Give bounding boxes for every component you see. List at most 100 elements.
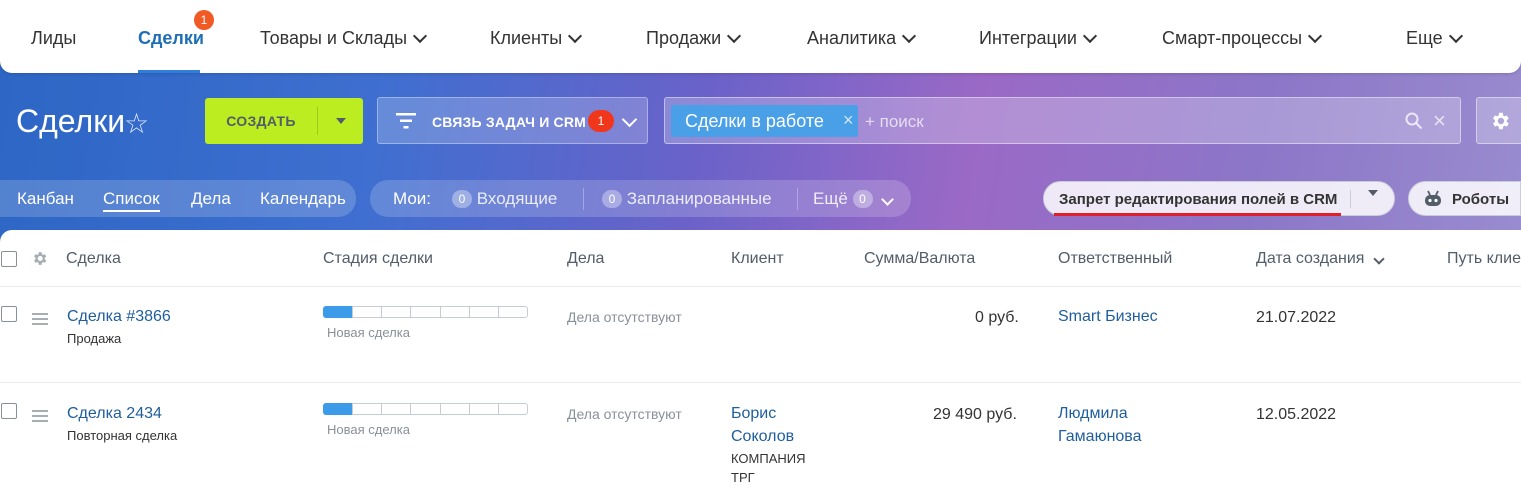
filter-icon bbox=[396, 113, 416, 129]
stage-label: Новая сделка bbox=[327, 422, 410, 437]
filter-preset-button[interactable]: Запрет редактирования полей в CRM bbox=[1043, 181, 1395, 216]
column-header-client[interactable]: Клиент bbox=[731, 250, 784, 268]
my-label: Мои: bbox=[393, 189, 432, 208]
page-title: Сделки bbox=[16, 103, 126, 139]
deal-amount: 0 руб. bbox=[975, 309, 1019, 326]
chevron-down-icon bbox=[1448, 28, 1463, 44]
chevron-down-icon bbox=[1307, 28, 1323, 44]
top-navigation: Лиды Сделки 1 Товары и Склады Клиенты Пр… bbox=[0, 0, 1521, 73]
nav-item-more[interactable]: Еще bbox=[1406, 28, 1463, 49]
view-activities[interactable]: Дела bbox=[191, 189, 231, 209]
column-header-activities[interactable]: Дела bbox=[567, 250, 604, 268]
task-crm-link-badge: 1 bbox=[588, 110, 614, 132]
nav-item-smart-processes[interactable]: Смарт-процессы bbox=[1162, 28, 1323, 49]
deal-type: Повторная сделка bbox=[67, 428, 178, 443]
client-name-link[interactable]: Борис bbox=[731, 405, 776, 423]
counter-planned-count: 0 bbox=[602, 190, 622, 208]
robots-label: Роботы bbox=[1452, 191, 1510, 208]
drag-handle-icon[interactable] bbox=[32, 313, 48, 325]
chevron-down-icon bbox=[1373, 253, 1385, 265]
created-date: 21.07.2022 bbox=[1256, 309, 1337, 326]
row-checkbox[interactable] bbox=[1, 403, 17, 419]
stage-label: Новая сделка bbox=[327, 325, 410, 340]
chevron-down-icon bbox=[1082, 28, 1098, 44]
activities-status: Дела отсутствуют bbox=[567, 406, 682, 422]
task-crm-link-label: СВЯЗЬ ЗАДАЧ И CRM bbox=[432, 114, 587, 130]
nav-item-leads[interactable]: Лиды bbox=[31, 28, 76, 49]
view-switcher: Канбан Список Дела Календарь bbox=[0, 180, 356, 217]
deal-title-link[interactable]: Сделка #3866 bbox=[67, 308, 171, 326]
select-all-checkbox[interactable] bbox=[1, 251, 17, 267]
star-icon[interactable]: ☆ bbox=[124, 107, 149, 140]
clear-icon[interactable]: × bbox=[1433, 108, 1446, 134]
chevron-down-icon bbox=[881, 193, 895, 206]
row-divider bbox=[0, 382, 1521, 383]
deals-grid: Сделка Стадия сделки Дела Клиент Сумма/В… bbox=[0, 230, 1521, 490]
created-date: 12.05.2022 bbox=[1256, 406, 1337, 423]
view-list[interactable]: Список bbox=[103, 189, 160, 212]
column-header-deal[interactable]: Сделка bbox=[66, 250, 121, 268]
view-calendar[interactable]: Календарь bbox=[260, 189, 346, 209]
nav-item-sales[interactable]: Продажи bbox=[646, 28, 742, 49]
counter-divider bbox=[583, 188, 584, 210]
deal-type: Продажа bbox=[67, 331, 122, 346]
responsible-link[interactable]: Людмила bbox=[1058, 405, 1128, 423]
nav-item-analytics[interactable]: Аналитика bbox=[807, 28, 917, 49]
settings-button[interactable] bbox=[1476, 97, 1521, 144]
responsible-link[interactable]: Smart Бизнес bbox=[1058, 308, 1158, 326]
nav-item-products[interactable]: Товары и Склады bbox=[260, 28, 428, 49]
create-button-label: СОЗДАТЬ bbox=[226, 113, 296, 129]
my-counters: Мои: 0 Входящие 0 Запланированные Ещё 0 bbox=[370, 180, 911, 217]
responsible-link[interactable]: Гамаюнова bbox=[1058, 428, 1142, 446]
view-kanban[interactable]: Канбан bbox=[17, 189, 74, 209]
gear-icon bbox=[1493, 112, 1509, 130]
robot-icon bbox=[1425, 190, 1441, 206]
counter-planned[interactable]: 0 Запланированные bbox=[602, 189, 772, 209]
chevron-down-icon[interactable] bbox=[621, 111, 638, 130]
filter-preset-label: Запрет редактирования полей в CRM bbox=[1059, 191, 1338, 208]
counter-more-count: 0 bbox=[852, 190, 873, 208]
stage-progress-bar[interactable] bbox=[323, 306, 528, 318]
drag-handle-icon[interactable] bbox=[32, 410, 48, 422]
robots-button[interactable]: Роботы bbox=[1408, 181, 1521, 216]
row-divider bbox=[0, 286, 1521, 287]
gear-icon[interactable] bbox=[31, 250, 48, 267]
close-icon[interactable]: × bbox=[843, 110, 854, 131]
deal-title-link[interactable]: Сделка 2434 bbox=[67, 405, 162, 423]
task-crm-link-button[interactable]: СВЯЗЬ ЗАДАЧ И CRM 1 bbox=[377, 97, 648, 144]
client-name-link[interactable]: Соколов bbox=[731, 428, 794, 446]
column-header-customer-journey[interactable]: Путь клие bbox=[1447, 250, 1521, 268]
counter-more[interactable]: Ещё 0 bbox=[813, 189, 895, 209]
search-icon[interactable] bbox=[1405, 112, 1423, 130]
create-dropdown-button[interactable] bbox=[318, 118, 363, 124]
caret-down-icon[interactable] bbox=[1368, 190, 1378, 214]
counter-divider bbox=[797, 188, 798, 210]
column-header-amount[interactable]: Сумма/Валюта bbox=[864, 250, 975, 268]
counter-incoming-count: 0 bbox=[452, 190, 472, 208]
nav-item-deals[interactable]: Сделки bbox=[138, 28, 204, 49]
counter-planned-label: Запланированные bbox=[626, 189, 772, 208]
nav-item-clients[interactable]: Клиенты bbox=[490, 28, 583, 49]
create-button[interactable]: СОЗДАТЬ bbox=[205, 98, 363, 144]
chevron-down-icon bbox=[727, 28, 742, 44]
row-checkbox[interactable] bbox=[1, 306, 17, 322]
nav-active-underline bbox=[138, 70, 200, 73]
column-header-created[interactable]: Дата создания bbox=[1256, 250, 1385, 268]
search-filter-box[interactable]: Сделки в работе × + поиск × bbox=[664, 97, 1461, 144]
client-company: ТРГ bbox=[731, 470, 755, 485]
search-filter-tag[interactable]: Сделки в работе × bbox=[671, 105, 858, 137]
column-header-stage[interactable]: Стадия сделки bbox=[323, 250, 433, 268]
stage-progress-bar[interactable] bbox=[323, 403, 528, 415]
chevron-down-icon bbox=[568, 28, 583, 44]
search-filter-tag-label: Сделки в работе bbox=[685, 111, 824, 131]
counter-incoming[interactable]: 0 Входящие bbox=[452, 189, 557, 209]
deal-amount: 29 490 руб. bbox=[933, 406, 1017, 423]
nav-item-integrations[interactable]: Интеграции bbox=[979, 28, 1098, 49]
search-input[interactable]: + поиск bbox=[865, 112, 924, 132]
chevron-down-icon bbox=[412, 28, 428, 44]
column-header-responsible[interactable]: Ответственный bbox=[1058, 250, 1172, 268]
preset-divider bbox=[1350, 190, 1351, 208]
red-underline-annotation bbox=[1054, 213, 1341, 216]
chevron-down-icon bbox=[902, 28, 917, 44]
client-company: КОМПАНИЯ bbox=[731, 451, 806, 466]
